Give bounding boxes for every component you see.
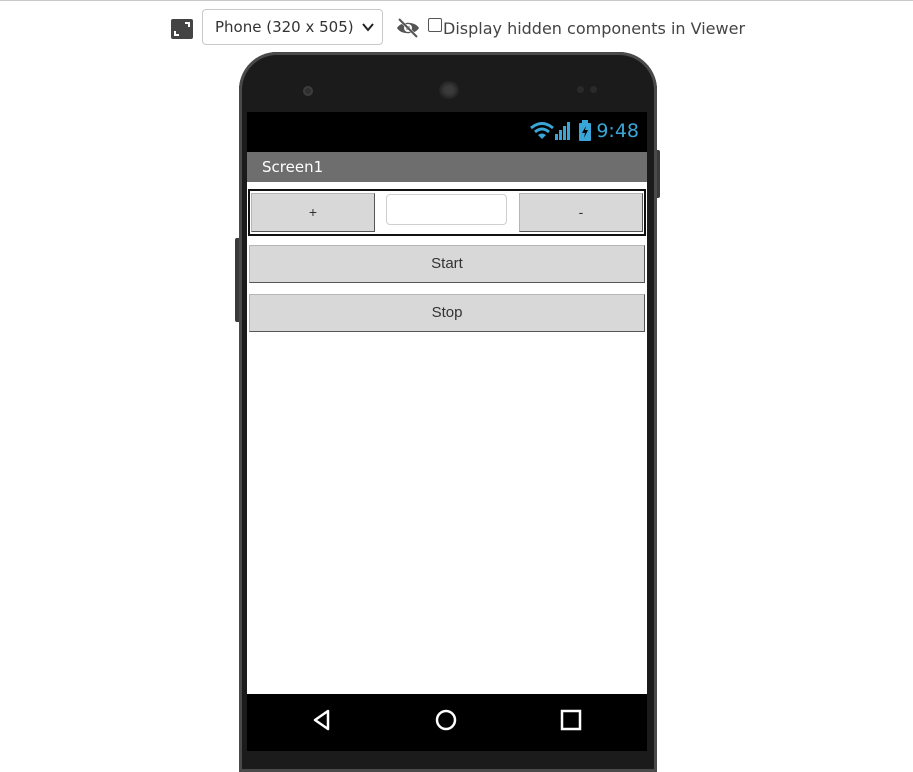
wifi-icon xyxy=(530,122,554,139)
battery-charging-icon xyxy=(579,120,591,141)
minus-button[interactable]: - xyxy=(519,193,643,232)
screen-title: Screen1 xyxy=(262,158,324,176)
eye-off-icon[interactable] xyxy=(395,17,421,39)
back-triangle-icon[interactable] xyxy=(310,708,334,732)
resize-icon[interactable] xyxy=(171,19,193,39)
phone-sensor xyxy=(577,86,584,93)
phone-speaker xyxy=(439,81,459,99)
stop-button[interactable]: Stop xyxy=(249,294,645,332)
hidden-components-label: Display hidden components in Viewer xyxy=(443,19,746,38)
signal-icon xyxy=(555,122,570,140)
status-time: 9:48 xyxy=(596,120,639,142)
home-circle-icon[interactable] xyxy=(434,708,458,732)
number-textbox[interactable] xyxy=(386,194,507,225)
recents-square-icon[interactable] xyxy=(559,708,583,732)
device-size-select[interactable]: Phone (320 x 505) xyxy=(202,9,383,45)
phone-camera xyxy=(303,86,313,96)
plus-button[interactable]: + xyxy=(251,193,375,232)
viewer-toolbar: Phone (320 x 505) Display hidden compone… xyxy=(0,0,913,56)
chevron-down-icon xyxy=(362,23,374,32)
hidden-components-checkbox[interactable] xyxy=(428,18,442,32)
device-size-value: Phone (320 x 505) xyxy=(215,18,354,36)
navigation-bar xyxy=(247,694,647,751)
start-button[interactable]: Start xyxy=(249,245,645,283)
status-icons xyxy=(530,120,591,141)
status-bar: 9:48 xyxy=(247,112,647,152)
phone-sensor xyxy=(590,86,597,93)
screen-title-bar: Screen1 xyxy=(247,152,647,182)
